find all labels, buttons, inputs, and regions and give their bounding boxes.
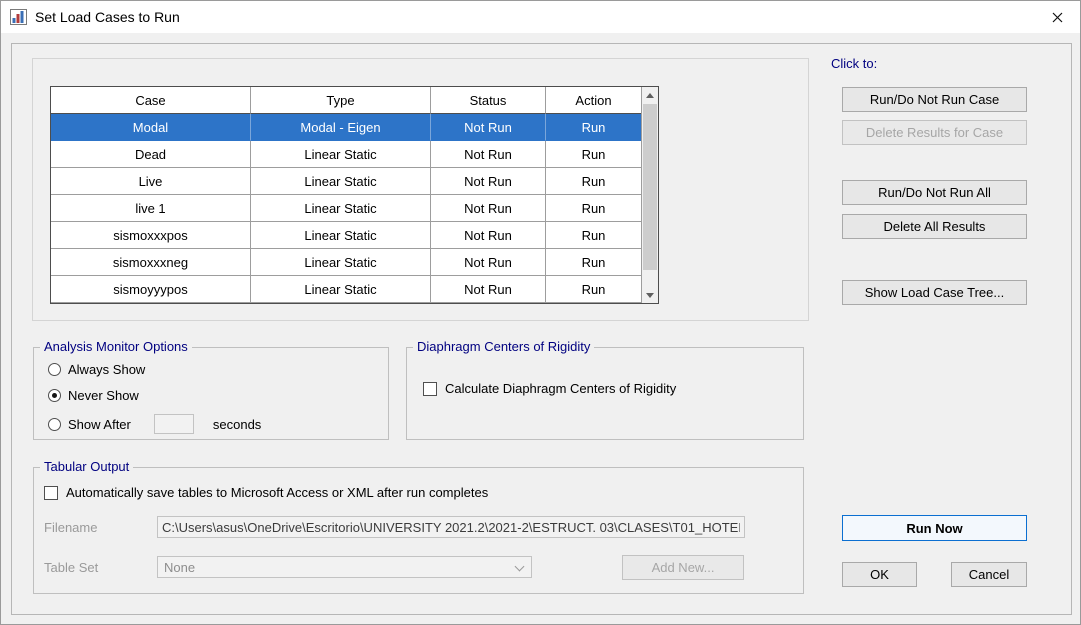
dialog-set-load-cases: Set Load Cases to Run Case Type Status A… <box>0 0 1081 625</box>
analysis-monitor-group: Analysis Monitor Options Always Show Nev… <box>33 339 389 440</box>
table-row[interactable]: sismoxxxpos Linear Static Not Run Run <box>51 222 641 249</box>
ok-button[interactable]: OK <box>842 562 917 587</box>
cell-case: live 1 <box>51 195 251 222</box>
auto-save-tables-checkbox[interactable]: Automatically save tables to Microsoft A… <box>44 485 488 500</box>
radio-checked-icon <box>48 389 61 402</box>
cell-action[interactable]: Run <box>546 222 641 249</box>
scroll-down-icon[interactable] <box>642 287 658 303</box>
cell-action[interactable]: Run <box>546 276 641 303</box>
radio-show-after[interactable]: Show After seconds <box>48 414 261 434</box>
scroll-up-icon[interactable] <box>642 87 658 103</box>
table-set-dropdown[interactable]: None <box>157 556 532 578</box>
header-type: Type <box>251 87 431 114</box>
tabular-output-title: Tabular Output <box>40 459 134 474</box>
seconds-label: seconds <box>212 416 262 432</box>
table-row[interactable]: sismoxxxneg Linear Static Not Run Run <box>51 249 641 276</box>
scrollbar-thumb[interactable] <box>643 104 657 270</box>
show-after-seconds-input[interactable] <box>153 414 194 434</box>
cell-case: sismoxxxpos <box>51 222 251 249</box>
checkbox-icon <box>423 381 437 396</box>
table-header-row: Case Type Status Action <box>51 87 641 114</box>
table-row[interactable]: live 1 Linear Static Not Run Run <box>51 195 641 222</box>
calculate-diaphragm-checkbox[interactable]: Calculate Diaphragm Centers of Rigidity <box>423 381 676 396</box>
cancel-button[interactable]: Cancel <box>951 562 1027 587</box>
cell-case: Dead <box>51 141 251 168</box>
load-case-table: Case Type Status Action Modal Modal - Ei… <box>50 86 659 304</box>
checkbox-label: Calculate Diaphragm Centers of Rigidity <box>445 381 677 396</box>
radio-label: Never Show <box>68 388 139 403</box>
table-row[interactable]: Live Linear Static Not Run Run <box>51 168 641 195</box>
load-case-grid: Case Type Status Action Modal Modal - Ei… <box>51 87 641 303</box>
delete-all-results-button[interactable]: Delete All Results <box>842 214 1027 239</box>
cell-status: Not Run <box>431 222 546 249</box>
table-row[interactable]: Dead Linear Static Not Run Run <box>51 141 641 168</box>
cell-type: Linear Static <box>251 168 431 195</box>
cell-case: Modal <box>51 114 251 141</box>
chevron-down-icon <box>514 561 525 572</box>
radio-icon <box>48 417 61 431</box>
cell-status: Not Run <box>431 249 546 276</box>
header-case: Case <box>51 87 251 114</box>
radio-icon <box>48 363 61 376</box>
cell-type: Linear Static <box>251 141 431 168</box>
header-status: Status <box>431 87 546 114</box>
checkbox-icon <box>44 485 58 500</box>
table-set-value: None <box>164 559 196 575</box>
radio-label: Show After <box>68 416 131 432</box>
diaphragm-group-title: Diaphragm Centers of Rigidity <box>413 339 595 354</box>
add-new-button[interactable]: Add New... <box>622 555 744 580</box>
cell-action[interactable]: Run <box>546 114 641 141</box>
radio-label: Always Show <box>68 362 146 377</box>
cell-status: Not Run <box>431 195 546 222</box>
table-set-label: Table Set <box>44 560 99 575</box>
tabular-output-group: Tabular Output Automatically save tables… <box>33 459 804 594</box>
cell-status: Not Run <box>431 141 546 168</box>
cell-status: Not Run <box>431 114 546 141</box>
run-now-button[interactable]: Run Now <box>842 515 1027 541</box>
app-icon <box>10 9 27 25</box>
cell-action[interactable]: Run <box>546 168 641 195</box>
click-to-label: Click to: <box>831 56 878 71</box>
titlebar: Set Load Cases to Run <box>1 1 1080 33</box>
delete-results-for-case-button[interactable]: Delete Results for Case <box>842 120 1027 145</box>
close-icon[interactable] <box>1034 1 1080 33</box>
table-scrollbar[interactable] <box>641 87 658 303</box>
header-action: Action <box>546 87 641 114</box>
table-row[interactable]: sismoyyypos Linear Static Not Run Run <box>51 276 641 303</box>
analysis-monitor-title: Analysis Monitor Options <box>40 339 192 354</box>
filename-label: Filename <box>44 520 98 535</box>
cell-type: Linear Static <box>251 249 431 276</box>
filename-input[interactable] <box>157 516 745 538</box>
run-do-not-run-case-button[interactable]: Run/Do Not Run Case <box>842 87 1027 112</box>
diaphragm-group: Diaphragm Centers of Rigidity Calculate … <box>406 339 804 440</box>
radio-always-show[interactable]: Always Show <box>48 362 145 377</box>
cell-type: Linear Static <box>251 276 431 303</box>
cell-action[interactable]: Run <box>546 141 641 168</box>
cell-type: Linear Static <box>251 222 431 249</box>
cell-type: Modal - Eigen <box>251 114 431 141</box>
cell-type: Linear Static <box>251 195 431 222</box>
table-row[interactable]: Modal Modal - Eigen Not Run Run <box>51 114 641 141</box>
run-do-not-run-all-button[interactable]: Run/Do Not Run All <box>842 180 1027 205</box>
cell-case: Live <box>51 168 251 195</box>
cell-status: Not Run <box>431 168 546 195</box>
window-title: Set Load Cases to Run <box>35 9 180 25</box>
cell-case: sismoxxxneg <box>51 249 251 276</box>
cell-status: Not Run <box>431 276 546 303</box>
checkbox-label: Automatically save tables to Microsoft A… <box>66 485 489 500</box>
cell-case: sismoyyypos <box>51 276 251 303</box>
cell-action[interactable]: Run <box>546 195 641 222</box>
radio-never-show[interactable]: Never Show <box>48 388 139 403</box>
show-load-case-tree-button[interactable]: Show Load Case Tree... <box>842 280 1027 305</box>
cell-action[interactable]: Run <box>546 249 641 276</box>
